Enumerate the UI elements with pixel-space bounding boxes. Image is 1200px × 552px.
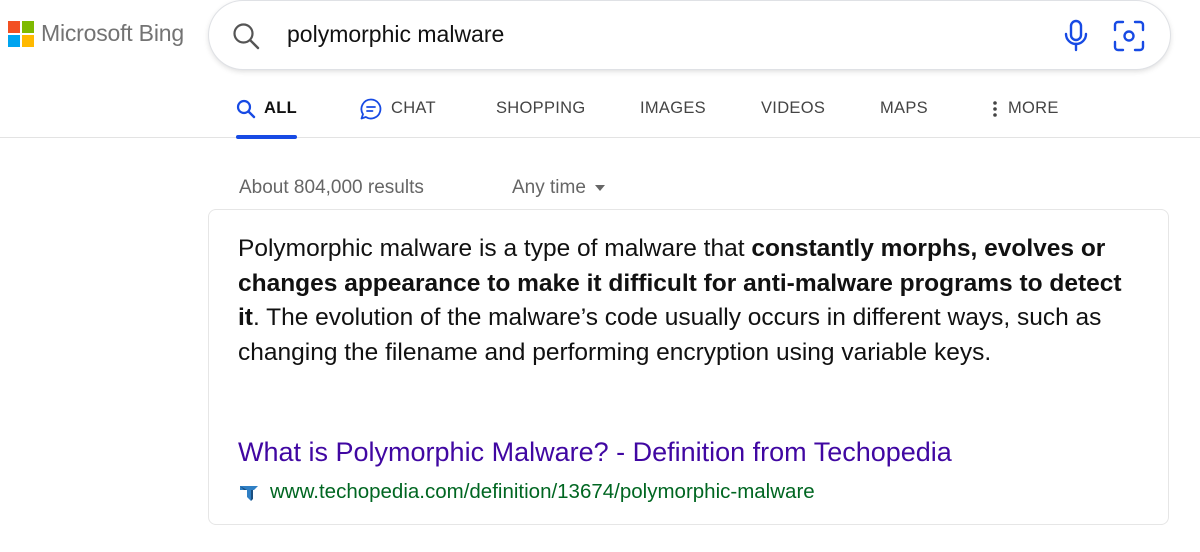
answer-snippet: Polymorphic malware is a type of malware… [238, 232, 1148, 370]
techopedia-favicon-icon [240, 486, 258, 501]
tab-label: MORE [1008, 99, 1059, 117]
caret-down-icon [594, 185, 605, 191]
tab-maps[interactable]: MAPS [880, 80, 928, 137]
tab-label: IMAGES [640, 99, 706, 117]
microsoft-logo-icon [8, 20, 34, 47]
answer-card: Polymorphic malware is a type of malware… [208, 209, 1169, 525]
results-count: About 804,000 results [239, 177, 424, 198]
tab-all[interactable]: ALL [236, 80, 297, 139]
search-icon[interactable] [231, 21, 261, 51]
tab-chat[interactable]: CHAT [359, 80, 436, 137]
search-icon [236, 99, 256, 118]
microphone-icon[interactable] [1061, 18, 1091, 54]
search-tabs: ALL CHAT SHOPPING IMAGES VIDEOS MAPS MOR… [0, 80, 1200, 139]
tab-label: SHOPPING [496, 99, 586, 117]
tab-videos[interactable]: VIDEOS [761, 80, 825, 137]
bing-logo[interactable]: Microsoft Bing [8, 20, 184, 47]
snippet-text: Polymorphic malware is a type of malware… [238, 235, 752, 262]
logo-text: Microsoft Bing [41, 20, 184, 46]
tab-label: ALL [264, 99, 297, 117]
tab-more[interactable]: MORE [992, 80, 1059, 137]
result-source[interactable]: www.techopedia.com/definition/13674/poly… [238, 480, 815, 504]
tab-label: MAPS [880, 99, 928, 117]
chat-icon [360, 98, 382, 119]
tab-shopping[interactable]: SHOPPING [496, 80, 586, 137]
time-filter-dropdown[interactable]: Any time [512, 177, 605, 199]
tab-images[interactable]: IMAGES [640, 80, 706, 137]
visual-search-icon[interactable] [1112, 19, 1146, 53]
result-title-link[interactable]: What is Polymorphic Malware? - Definitio… [238, 437, 952, 468]
more-vertical-icon [993, 100, 997, 117]
time-filter-label: Any time [512, 177, 586, 198]
tab-label: VIDEOS [761, 99, 826, 117]
search-box[interactable]: polymorphic malware [209, 1, 1170, 69]
snippet-text: . The evolution of the malware’s code us… [238, 304, 1102, 366]
search-input[interactable]: polymorphic malware [287, 21, 504, 48]
result-url: www.techopedia.com/definition/13674/poly… [270, 480, 815, 503]
tab-label: CHAT [391, 99, 436, 117]
